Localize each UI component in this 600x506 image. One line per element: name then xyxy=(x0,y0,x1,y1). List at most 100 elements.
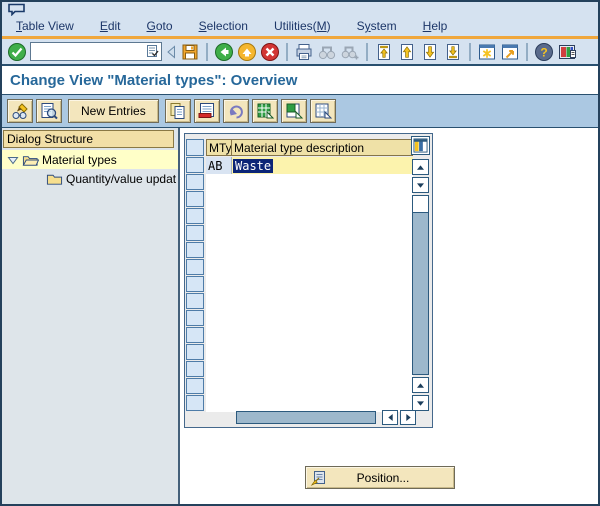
sap-window: Table View Edit Goto Selection Utilities(M) S… xyxy=(0,0,600,506)
arrow-left-icon xyxy=(387,414,393,421)
table-body xyxy=(206,157,413,412)
row-selector-column xyxy=(186,139,204,412)
print-icon[interactable] xyxy=(294,42,314,62)
page-down-scroll-button[interactable] xyxy=(412,395,429,411)
cancel-icon[interactable] xyxy=(260,42,280,62)
row-selector[interactable] xyxy=(186,208,204,224)
new-entries-label: New Entries xyxy=(81,104,146,118)
dialog-structure-header: Dialog Structure xyxy=(3,130,174,148)
collapse-command-field-icon[interactable] xyxy=(165,44,177,60)
scroll-up-button[interactable] xyxy=(412,159,429,175)
deselect-all-button[interactable] xyxy=(309,99,336,123)
svg-text:?: ? xyxy=(540,45,547,59)
undo-button[interactable] xyxy=(222,99,249,123)
table-row: AB Waste xyxy=(206,157,413,174)
delete-button[interactable] xyxy=(193,99,220,123)
tree-item-material-types[interactable]: Material types xyxy=(2,150,178,169)
row-selector[interactable] xyxy=(186,310,204,326)
column-header-description: Material type description xyxy=(232,139,413,156)
menu-item-table-view[interactable]: Table View xyxy=(16,19,74,33)
arrow-up-icon xyxy=(417,164,424,170)
application-toolbar: New Entries xyxy=(2,95,598,127)
row-selector[interactable] xyxy=(186,327,204,343)
find-next-icon xyxy=(341,46,359,59)
menu-item-edit[interactable]: Edit xyxy=(100,19,121,33)
create-shortcut-icon[interactable] xyxy=(500,42,520,62)
pencil-glasses-icon xyxy=(12,103,28,119)
menu-bar: Table View Edit Goto Selection Utilities(M) S… xyxy=(2,16,598,36)
arrow-right-icon xyxy=(405,414,411,421)
toolbar-separator xyxy=(206,42,208,61)
help-icon[interactable]: ? xyxy=(534,42,554,62)
menu-item-goto[interactable]: Goto xyxy=(147,19,173,33)
row-selector[interactable] xyxy=(186,395,204,411)
select-all-icon xyxy=(257,103,274,119)
sap-screen-icon xyxy=(8,3,25,16)
standard-toolbar: ? xyxy=(2,39,598,64)
scroll-left-button[interactable] xyxy=(382,410,398,425)
scroll-right-button[interactable] xyxy=(400,410,416,425)
row-selector[interactable] xyxy=(186,378,204,394)
toolbar-separator xyxy=(526,42,528,61)
row-selector[interactable] xyxy=(186,174,204,190)
table-header-row: MTyp Material type description xyxy=(206,139,413,156)
copy-as-button[interactable] xyxy=(164,99,191,123)
material-types-table: MTyp Material type description AB Waste xyxy=(184,133,433,428)
row-selector[interactable] xyxy=(186,242,204,258)
menu-item-utilities-m[interactable]: Utilities(M) xyxy=(274,19,331,33)
row-selector[interactable] xyxy=(186,344,204,360)
page-up-icon[interactable] xyxy=(397,42,417,62)
find-icon xyxy=(318,46,336,59)
page-down-icon[interactable] xyxy=(420,42,440,62)
exit-icon[interactable] xyxy=(237,42,257,62)
row-selector[interactable] xyxy=(186,157,204,173)
page-up-scroll-button[interactable] xyxy=(412,377,429,393)
row-selector[interactable] xyxy=(186,259,204,275)
row-selector[interactable] xyxy=(186,276,204,292)
select-all-button[interactable] xyxy=(251,99,278,123)
expander-open-icon[interactable] xyxy=(7,154,19,166)
save-icon[interactable] xyxy=(180,42,200,62)
customize-layout-icon[interactable] xyxy=(557,42,577,62)
select-block-button[interactable] xyxy=(280,99,307,123)
row-selector[interactable] xyxy=(186,191,204,207)
toggle-display-change-button[interactable] xyxy=(7,99,33,123)
row-selector[interactable] xyxy=(186,225,204,241)
cell-mtyp[interactable]: AB xyxy=(206,157,232,174)
copy-icon xyxy=(170,103,185,119)
new-session-icon[interactable] xyxy=(477,42,497,62)
table-config-icon xyxy=(413,138,428,153)
command-field[interactable] xyxy=(30,42,162,61)
delete-row-icon xyxy=(198,103,214,118)
row-selector[interactable] xyxy=(186,293,204,309)
undo-icon xyxy=(229,105,243,119)
page-title: Change View "Material types": Overview xyxy=(10,71,298,89)
position-button[interactable]: Position... xyxy=(305,466,455,489)
cell-description[interactable]: Waste xyxy=(232,157,413,174)
deselect-all-icon xyxy=(315,103,332,119)
menu-item-help[interactable]: Help xyxy=(423,19,448,33)
row-selector[interactable] xyxy=(186,361,204,377)
select-all-rows-cell[interactable] xyxy=(186,139,204,156)
new-entries-button[interactable]: New Entries xyxy=(68,99,159,123)
window-top-strip xyxy=(2,2,598,16)
table-configuration-button[interactable] xyxy=(411,136,430,155)
last-page-icon[interactable] xyxy=(443,42,463,62)
menu-item-system[interactable]: System xyxy=(357,19,397,33)
folder-open-icon xyxy=(22,155,39,166)
back-icon[interactable] xyxy=(214,42,234,62)
select-block-icon xyxy=(286,103,303,119)
overview-button[interactable] xyxy=(36,99,62,123)
horizontal-scrollbar-thumb[interactable] xyxy=(236,411,376,424)
tree-item-quantity-value-updating[interactable]: Quantity/value updat xyxy=(2,169,178,188)
menu-item-selection[interactable]: Selection xyxy=(199,19,248,33)
content-area: MTyp Material type description AB Waste xyxy=(180,128,598,504)
enter-icon[interactable] xyxy=(7,42,27,62)
scroll-down-button[interactable] xyxy=(412,177,429,193)
first-page-icon[interactable] xyxy=(374,42,394,62)
vertical-scrollbar-thumb[interactable] xyxy=(413,196,428,213)
toolbar-separator xyxy=(469,42,471,61)
toolbar-separator xyxy=(286,42,288,61)
vertical-scrollbar-track[interactable] xyxy=(412,195,429,375)
command-history-icon[interactable] xyxy=(147,45,159,58)
